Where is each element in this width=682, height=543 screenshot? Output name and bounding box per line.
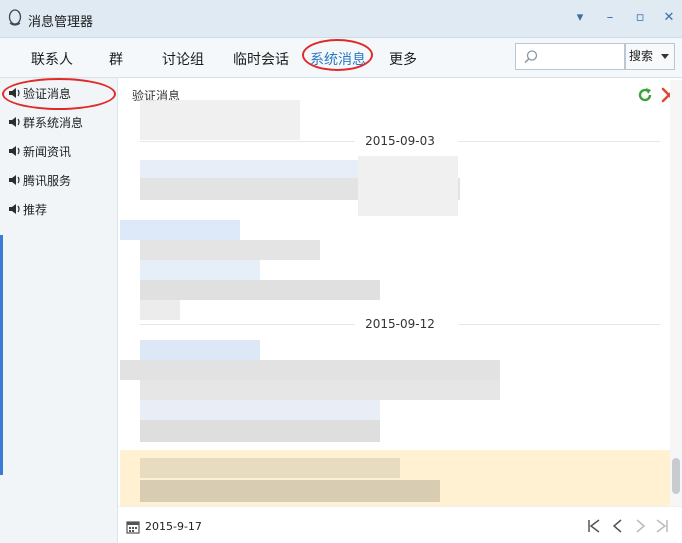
tab-more[interactable]: 更多 [389,49,417,69]
search-button[interactable]: 搜索 [625,43,675,70]
search-icon [524,50,538,64]
search-field[interactable] [515,43,625,70]
date-separator-label: 2015-09-12 [365,317,435,331]
date-separator: 2015-09-03 [140,133,660,149]
title-bar: 消息管理器 ▾ – ▫ ✕ [0,0,682,38]
redacted-message [358,156,458,216]
sidebar-item-group-system[interactable]: 群系统消息 [8,113,83,133]
footer-bar: 2015-9-17 [118,506,682,543]
tab-discussion-groups[interactable]: 讨论组 [162,49,204,69]
redacted-message [140,400,380,420]
next-page-icon[interactable] [630,516,650,536]
sidebar-item-label: 群系统消息 [23,116,84,130]
scrollbar[interactable] [670,80,682,506]
redacted-message [120,220,240,240]
redacted-message [140,240,320,260]
tab-contacts[interactable]: 联系人 [31,49,73,69]
scrollbar-thumb[interactable] [672,458,680,494]
redacted-message [140,480,440,502]
search-button-label: 搜索 [629,49,654,63]
dropdown-menu-icon[interactable]: ▾ [570,8,590,28]
redacted-message [140,280,380,300]
window-title: 消息管理器 [28,15,94,30]
prev-page-icon[interactable] [608,516,628,536]
sidebar-item-label: 推荐 [23,203,48,217]
redacted-message [120,360,500,380]
first-page-icon[interactable] [584,516,604,536]
date-separator: 2015-09-12 [140,316,660,332]
penguin-icon [8,9,22,26]
speaker-icon [9,175,20,185]
redacted-message [140,160,360,178]
sidebar-item-tencent-services[interactable]: 腾讯服务 [8,171,71,191]
tab-groups[interactable]: 群 [109,49,123,69]
annotation-circle [302,39,373,71]
redacted-message [140,420,380,442]
window-edge [0,235,3,475]
sidebar-item-label: 新闻资讯 [23,145,72,159]
refresh-icon[interactable] [636,86,654,104]
message-pane: 验证消息 2015-09-03 2015-09-12 [118,78,682,506]
speaker-icon [9,204,20,214]
minimize-icon[interactable]: – [600,8,620,28]
redacted-message [140,260,260,280]
last-page-icon[interactable] [652,516,672,536]
selected-date[interactable]: 2015-9-17 [145,520,202,533]
sidebar-item-label: 腾讯服务 [23,174,72,188]
speaker-icon [9,146,20,156]
tab-temporary-chats[interactable]: 临时会话 [233,49,289,69]
close-window-icon[interactable]: ✕ [659,8,679,28]
sidebar-item-news[interactable]: 新闻资讯 [8,142,71,162]
redacted-message [140,458,400,478]
calendar-icon[interactable] [126,520,140,534]
redacted-message [140,380,500,400]
speaker-icon [9,117,20,127]
date-separator-label: 2015-09-03 [365,134,435,148]
sidebar: 验证消息 群系统消息 新闻资讯 腾讯服务 推荐 [0,78,118,543]
redacted-message [140,340,260,360]
tab-bar: 联系人 群 讨论组 临时会话 系统消息 更多 搜索 [0,38,682,78]
annotation-circle [2,78,116,110]
sidebar-item-recommended[interactable]: 推荐 [8,200,47,220]
maximize-icon[interactable]: ▫ [630,8,650,28]
chevron-down-icon[interactable] [661,54,669,59]
